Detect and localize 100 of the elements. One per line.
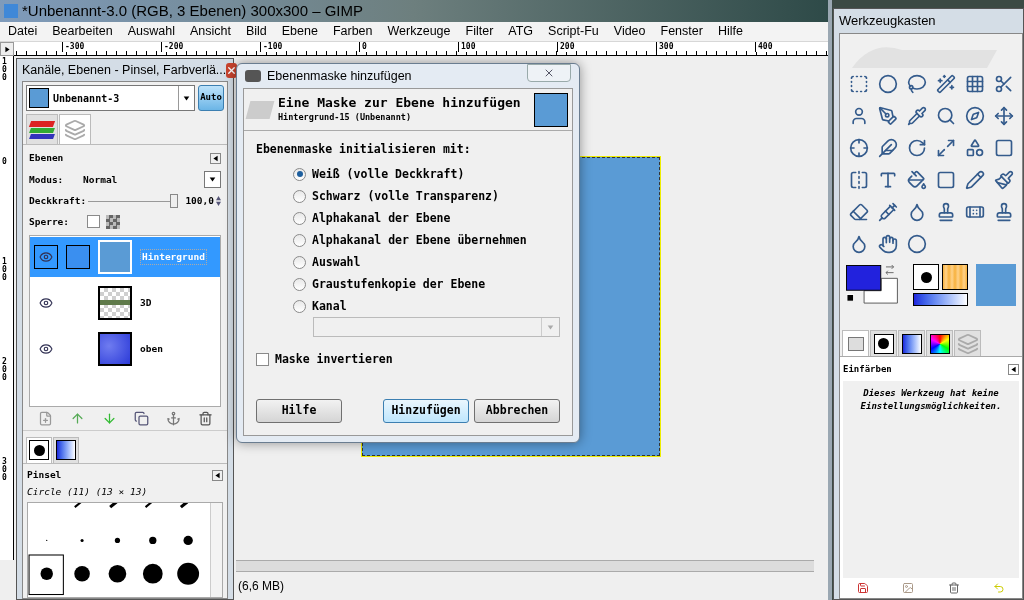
duplicate-icon[interactable]: [133, 411, 149, 427]
option-label[interactable]: Auswahl: [312, 253, 361, 271]
panel-tab[interactable]: [53, 436, 79, 463]
panel-menu-button[interactable]: [210, 152, 221, 164]
panel-menu-button[interactable]: [1008, 364, 1019, 376]
menu-item[interactable]: Auswahl: [127, 22, 175, 41]
picture-frame-icon[interactable]: [902, 582, 915, 594]
pattern-swatch[interactable]: [942, 264, 968, 290]
prompt-text: Ebenenmaske initialisieren mit:: [256, 141, 472, 158]
menu-item[interactable]: Datei: [8, 22, 38, 41]
lasso-icon[interactable]: [906, 74, 927, 94]
option-label[interactable]: Graustufenkopie der Ebene: [312, 275, 486, 293]
checkbox-label[interactable]: Maske invertieren: [275, 351, 393, 369]
menu-item[interactable]: Werkzeuge: [387, 22, 451, 41]
panel-heading: Ebenen: [29, 151, 64, 165]
save-icon[interactable]: [856, 582, 869, 594]
anchor-icon[interactable]: [165, 411, 181, 427]
radio-button[interactable]: [293, 277, 306, 291]
panel-tab[interactable]: [26, 114, 58, 144]
dropdown-arrow-icon[interactable]: [183, 94, 190, 102]
close-button[interactable]: [226, 62, 238, 78]
option-label[interactable]: Schwarz (volle Transparenz): [312, 187, 499, 205]
menu-item[interactable]: Video: [613, 22, 646, 41]
triangle-left-icon: [214, 471, 221, 479]
opacity-value: 100,0: [184, 194, 214, 209]
menu-item[interactable]: Fenster: [660, 22, 703, 41]
move-arrows-icon[interactable]: [993, 106, 1014, 126]
magnifier-icon[interactable]: [935, 106, 956, 126]
panel-menu-button[interactable]: [212, 469, 223, 481]
layer-name[interactable]: 3D: [140, 295, 152, 310]
option-label[interactable]: Weiß (volle Deckkraft): [312, 165, 465, 183]
vertical-scrollbar[interactable]: [210, 503, 222, 597]
ellipse-icon[interactable]: [877, 74, 898, 94]
scissors-icon[interactable]: [993, 74, 1014, 94]
eraser-icon[interactable]: [848, 202, 869, 222]
horizontal-scrollbar[interactable]: [236, 560, 814, 572]
visibility-toggle[interactable]: [34, 244, 58, 269]
dialog-heading: Eine Maske zur Ebene hinzufügen: [278, 95, 522, 112]
link-toggle[interactable]: [66, 244, 90, 269]
panel-tab[interactable]: [898, 330, 925, 356]
layer-name[interactable]: oben: [140, 341, 163, 356]
finger-icon[interactable]: [877, 234, 898, 254]
menu-item[interactable]: Hilfe: [717, 22, 743, 41]
layers-icon: [64, 118, 86, 141]
checkbox[interactable]: [87, 215, 100, 229]
pen-nib-icon[interactable]: [877, 106, 898, 126]
pencil-icon[interactable]: [964, 170, 985, 190]
compass-icon[interactable]: [964, 106, 985, 126]
dialog-button[interactable]: Abbrechen: [474, 399, 560, 423]
pipette-icon[interactable]: [906, 106, 927, 126]
rotate-icon[interactable]: [906, 138, 927, 158]
auto-button[interactable]: Auto: [198, 85, 224, 111]
layer-thumbnail: [98, 331, 132, 366]
paintbrush-icon[interactable]: [993, 170, 1014, 190]
spin-arrows-icon[interactable]: [216, 196, 221, 207]
option-label[interactable]: Alphakanal der Ebene: [312, 209, 451, 227]
ruler-corner-button[interactable]: [0, 42, 14, 56]
wand-icon[interactable]: [935, 74, 956, 94]
trash-icon[interactable]: [947, 582, 960, 594]
trash-icon[interactable]: [197, 411, 213, 427]
gradient-swatch[interactable]: [913, 293, 968, 306]
image-name: Unbenannt-3: [53, 91, 121, 106]
layers-icon: [956, 332, 979, 355]
slider-thumb[interactable]: [170, 194, 178, 209]
menu-item[interactable]: Ebene: [281, 22, 318, 41]
window-title: Ebenenmaske hinzufügen: [267, 67, 413, 85]
menu-item[interactable]: Filter: [465, 22, 494, 41]
dialog-button[interactable]: Hinzufügen: [383, 399, 469, 423]
scale-icon[interactable]: [935, 138, 956, 158]
layer-row[interactable]: oben: [30, 328, 220, 369]
panel-tab[interactable]: [870, 330, 897, 356]
radio-button[interactable]: [293, 233, 306, 247]
crosshair-icon[interactable]: [848, 138, 869, 158]
menu-item[interactable]: Ansicht: [189, 22, 231, 41]
menu-item[interactable]: Bearbeiten: [52, 22, 113, 41]
layer-row[interactable]: 3D: [30, 282, 220, 323]
ruler-label: 200: [557, 42, 575, 52]
menu-item[interactable]: Farben: [332, 22, 373, 41]
dashed-square-icon[interactable]: [848, 74, 869, 94]
panel-tab[interactable]: [926, 330, 953, 356]
ruler-label: 100: [2, 58, 8, 82]
radio-button[interactable]: [293, 167, 306, 181]
ruler-label: 0: [359, 42, 367, 52]
mode-dropdown[interactable]: [204, 171, 221, 189]
radio-button[interactable]: [293, 299, 306, 313]
ruler-label: 300: [656, 42, 674, 52]
bucket-icon[interactable]: [906, 170, 927, 190]
image-selector[interactable]: Unbenannt-3: [26, 85, 195, 111]
color-grid-icon[interactable]: [964, 74, 985, 94]
menu-item[interactable]: Bild: [245, 22, 267, 41]
dialog-button[interactable]: Hilfe: [256, 399, 342, 423]
option-label[interactable]: Alphakanal der Ebene übernehmen: [312, 231, 527, 249]
radio-button[interactable]: [293, 189, 306, 203]
radio-button[interactable]: [293, 255, 306, 269]
menu-item[interactable]: Script-Fu: [548, 22, 599, 41]
checkbox[interactable]: [256, 353, 269, 367]
panel-tab[interactable]: [26, 436, 52, 463]
radio-button[interactable]: [293, 211, 306, 225]
menu-item[interactable]: ATG: [508, 22, 534, 41]
option-label[interactable]: Kanal: [312, 297, 347, 315]
